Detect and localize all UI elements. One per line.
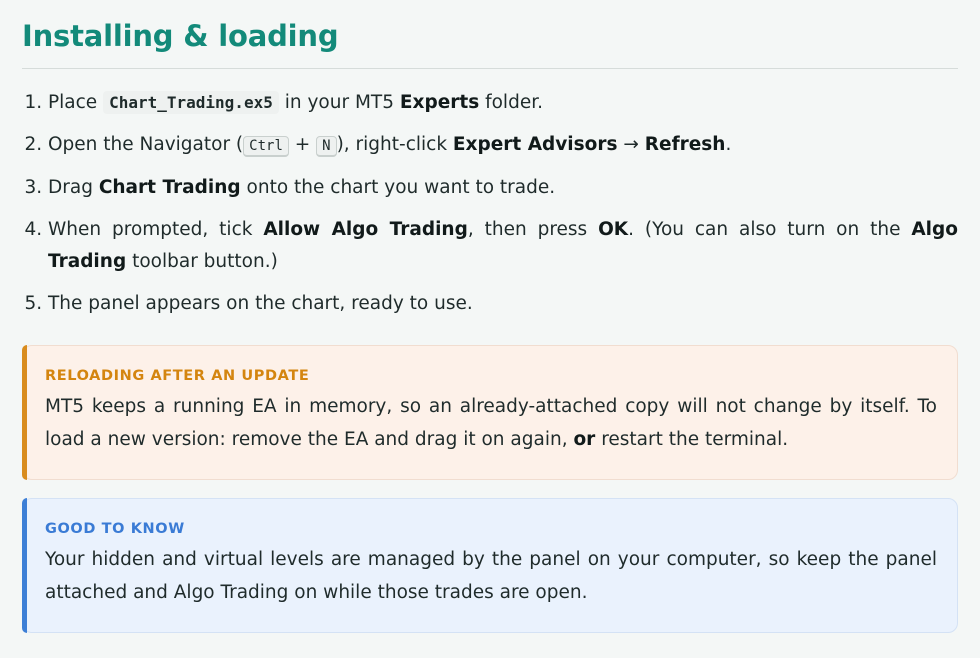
- reload-callout-body: MT5 keeps a running EA in memory, so an …: [45, 390, 937, 456]
- good-to-know-body: Your hidden and virtual levels are manag…: [45, 549, 937, 603]
- reload-callout-accent-bar: [22, 345, 27, 480]
- reload-callout-heading: RELOADING AFTER AN UPDATE: [45, 368, 310, 384]
- step-4-text-c: . (You can also turn on the: [628, 219, 912, 240]
- n-key: N: [316, 136, 337, 157]
- step-2-text-c: .: [725, 134, 732, 155]
- good-to-know-callout: GOOD TO KNOW Your hidden and virtual lev…: [22, 498, 958, 633]
- arrow-separator: →: [617, 134, 645, 155]
- ctrl-key: Ctrl: [243, 136, 289, 157]
- step-3: Drag Chart Trading onto the chart you wa…: [48, 172, 958, 204]
- reload-callout-text-b: restart the terminal.: [595, 429, 789, 450]
- step-4-text-a: When prompted, tick: [48, 219, 264, 240]
- step-3-text-b: onto the chart you want to trade.: [240, 177, 556, 198]
- step-5-text: The panel appears on the chart, ready to…: [48, 293, 473, 314]
- step-1: Place Chart_Trading.ex5 in your MT5 Expe…: [48, 87, 958, 119]
- step-4-text-b: , then press: [467, 219, 599, 240]
- file-name-code: Chart_Trading.ex5: [103, 91, 279, 114]
- expert-advisors-label: Expert Advisors: [452, 134, 618, 155]
- step-2: Open the Navigator (Ctrl + N), right-cli…: [48, 129, 958, 162]
- page: Installing & loading Place Chart_Trading…: [0, 0, 980, 658]
- good-to-know-heading: GOOD TO KNOW: [45, 521, 185, 537]
- experts-folder-label: Experts: [399, 92, 480, 113]
- step-2-text-a: Open the Navigator (: [48, 134, 244, 155]
- step-1-text-c: folder.: [479, 92, 543, 113]
- step-5: The panel appears on the chart, ready to…: [48, 288, 958, 320]
- reload-callout-or: or: [573, 429, 596, 450]
- step-2-text-b: ), right-click: [336, 134, 453, 155]
- step-4-text-d: toolbar button.): [126, 251, 278, 272]
- step-4: When prompted, tick Allow Algo Trading, …: [48, 214, 958, 278]
- reload-callout-text-a: MT5 keeps a running EA in memory, so an …: [45, 396, 937, 450]
- title-divider: [22, 68, 958, 69]
- ok-label: OK: [598, 219, 629, 240]
- step-1-text-a: Place: [48, 92, 104, 113]
- reload-callout: RELOADING AFTER AN UPDATE MT5 keeps a ru…: [22, 345, 958, 480]
- allow-algo-trading-label: Allow Algo Trading: [263, 219, 468, 240]
- refresh-label: Refresh: [644, 134, 726, 155]
- page-title: Installing & loading: [22, 19, 339, 53]
- step-3-text-a: Drag: [48, 177, 99, 198]
- install-steps-list: Place Chart_Trading.ex5 in your MT5 Expe…: [22, 87, 958, 320]
- step-1-text-b: in your MT5: [278, 92, 400, 113]
- key-plus: +: [288, 134, 317, 155]
- chart-trading-label: Chart Trading: [98, 177, 241, 198]
- good-to-know-accent-bar: [22, 498, 27, 633]
